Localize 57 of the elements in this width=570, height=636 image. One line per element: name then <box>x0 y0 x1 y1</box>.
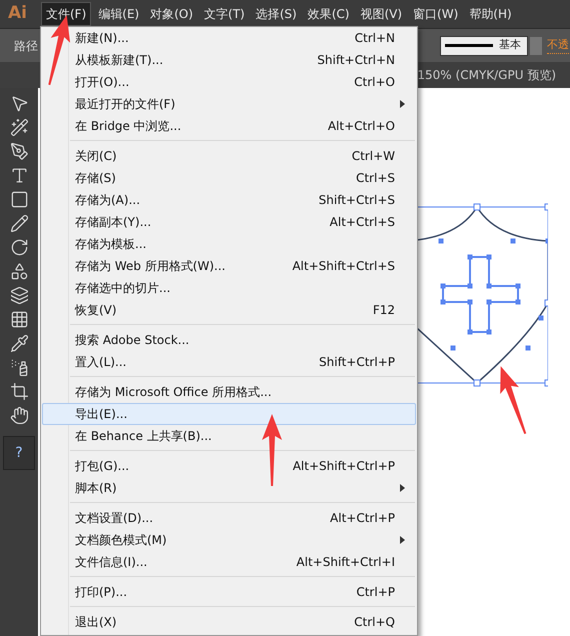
menu-item[interactable]: 在 Behance 上共享(B)... <box>42 425 416 447</box>
type-icon[interactable] <box>10 166 28 185</box>
pencil-icon[interactable] <box>10 214 28 233</box>
menu-item[interactable]: 存储为 Web 所用格式(W)... Alt+Shift+Ctrl+S <box>42 255 416 277</box>
menu-item[interactable]: 打印(P)... Ctrl+P <box>42 581 416 603</box>
help-label[interactable]: ? <box>15 442 23 464</box>
menu-item[interactable]: 打开(O)... Ctrl+O <box>42 71 416 93</box>
menu-item[interactable]: 脚本(R) <box>42 477 416 499</box>
document-tab[interactable]: 150% (CMYK/GPU 预览) <box>417 66 556 84</box>
control-label: 路径 <box>14 38 38 54</box>
submenu-caret-icon <box>400 536 405 544</box>
shapes-icon[interactable] <box>10 262 28 281</box>
menu-item[interactable]: 退出(X) Ctrl+Q <box>42 611 416 633</box>
menu-item[interactable]: 置入(L)... Shift+Ctrl+P <box>42 351 416 373</box>
menu-bar-item[interactable]: 窗口(W) <box>409 2 462 26</box>
menu-item[interactable]: 打包(G)... Alt+Shift+Ctrl+P <box>42 455 416 477</box>
menu-bar-item[interactable]: 选择(S) <box>252 2 301 26</box>
menu-item[interactable]: 恢复(V) F12 <box>42 299 416 321</box>
submenu-caret-icon <box>400 100 405 108</box>
menu-item[interactable]: 存储选中的切片... <box>42 277 416 299</box>
menu-item[interactable]: 存储为 Microsoft Office 所用格式... <box>42 381 416 403</box>
menu-item[interactable]: 文件信息(I)... Alt+Shift+Ctrl+I <box>42 551 416 573</box>
artboard-icon[interactable] <box>10 382 28 401</box>
menu-item[interactable]: 新建(N)... Ctrl+N <box>42 27 416 49</box>
pen-icon[interactable] <box>10 142 28 161</box>
menu-item[interactable]: 文档设置(D)... Alt+Ctrl+P <box>42 507 416 529</box>
menu-bar-item[interactable]: 视图(V) <box>356 2 406 26</box>
menu-item[interactable]: 关闭(C) Ctrl+W <box>42 145 416 167</box>
spray-can-icon[interactable] <box>10 358 28 377</box>
menu-bar-item[interactable]: 帮助(H) <box>465 2 516 26</box>
menu-item[interactable]: 在 Bridge 中浏览... Alt+Ctrl+O <box>42 115 416 137</box>
menu-bar-item[interactable]: 效果(C) <box>304 2 354 26</box>
menu-bar-item[interactable]: 文字(T) <box>200 2 249 26</box>
layers-icon[interactable] <box>10 286 28 305</box>
menu-item[interactable]: 存储为模板... <box>42 233 416 255</box>
menu-item[interactable]: 导出(E)... <box>42 403 416 425</box>
menu-item[interactable]: 搜索 Adobe Stock... <box>42 329 416 351</box>
rotate-icon[interactable] <box>10 238 28 257</box>
menu-item[interactable]: 存储为(A)... Shift+Ctrl+S <box>42 189 416 211</box>
menu-item[interactable]: 文档颜色模式(M) <box>42 529 416 551</box>
menu-item[interactable]: 从模板新建(T)... Shift+Ctrl+N <box>42 49 416 71</box>
menu-item[interactable]: 最近打开的文件(F) <box>42 93 416 115</box>
mesh-icon[interactable] <box>10 310 28 329</box>
submenu-caret-icon <box>400 484 405 492</box>
hand-icon[interactable] <box>10 406 28 425</box>
menu-bar-item[interactable]: 文件(F) <box>41 2 92 26</box>
pointer-arrow-icon <box>262 414 282 486</box>
eyedropper-icon[interactable] <box>10 334 28 353</box>
app-logo: Ai <box>8 2 28 26</box>
menu-item[interactable]: 存储副本(Y)... Alt+Ctrl+S <box>42 211 416 233</box>
magic-wand-icon[interactable] <box>10 118 28 137</box>
rectangle-icon[interactable] <box>10 190 28 209</box>
menu-item[interactable]: 存储(S) Ctrl+S <box>42 167 416 189</box>
stroke-style-dropdown[interactable]: 基本 <box>440 36 528 56</box>
selection-arrow-icon[interactable] <box>10 94 28 113</box>
menu-bar-item[interactable]: 编辑(E) <box>94 2 144 26</box>
menu-bar-item[interactable]: 对象(O) <box>146 2 198 26</box>
